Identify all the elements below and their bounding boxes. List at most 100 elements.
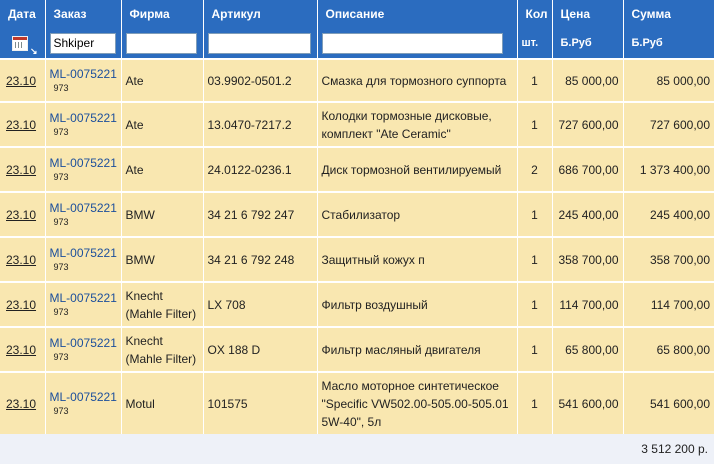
row-order-cell: ML-0075221 973 — [45, 371, 122, 434]
row-order-sub: 973 — [53, 127, 69, 137]
sum-unit-label: Б.Руб — [623, 28, 714, 59]
description-filter-input[interactable] — [321, 32, 503, 54]
row-description: Защитный кожух п — [317, 236, 518, 282]
row-firm: Knecht (Mahle Filter) — [121, 326, 204, 372]
row-firm: Motul — [121, 371, 204, 434]
row-article: LX 708 — [203, 281, 318, 327]
row-description: Смазка для тормозного суппорта — [317, 58, 518, 102]
row-article: 34 21 6 792 247 — [203, 191, 318, 237]
col-header-qty[interactable]: Кол — [517, 0, 553, 28]
col-header-description[interactable]: Описание — [317, 0, 518, 28]
total-row: 3 512 200 р. — [0, 434, 714, 464]
order-filter-cell — [45, 28, 122, 59]
row-sum: 85 000,00 — [623, 58, 714, 102]
row-firm: BMW — [121, 236, 204, 282]
row-order-cell: ML-0075221 973 — [45, 101, 122, 147]
row-order-cell: ML-0075221 973 — [45, 146, 122, 192]
row-qty: 1 — [517, 281, 553, 327]
row-price: 686 700,00 — [552, 146, 624, 192]
row-order-sub: 973 — [53, 172, 69, 182]
row-order-sub: 973 — [53, 406, 69, 416]
resize-corner-icon: ↘ — [30, 45, 38, 56]
row-date-link[interactable]: 23.10 — [0, 371, 46, 434]
col-header-sum[interactable]: Сумма — [623, 0, 714, 28]
row-order-sub: 973 — [53, 83, 69, 93]
row-firm: Ate — [121, 58, 204, 102]
row-qty: 1 — [517, 58, 553, 102]
table-row[interactable]: 23.10 ML-0075221 973 Ate 13.0470-7217.2 Колод… — [0, 101, 714, 147]
row-qty: 1 — [517, 326, 553, 372]
row-order-link[interactable]: ML-0075221 — [50, 156, 121, 171]
row-article: 13.0470-7217.2 — [203, 101, 318, 147]
col-header-order[interactable]: Заказ — [45, 0, 122, 28]
row-order-cell: ML-0075221 973 — [45, 191, 122, 237]
row-description: Фильтр масляный двигателя — [317, 326, 518, 372]
order-filter-input[interactable] — [49, 32, 116, 54]
row-sum: 541 600,00 — [623, 371, 714, 434]
row-order-cell: ML-0075221 973 — [45, 281, 122, 327]
row-description: Фильтр воздушный — [317, 281, 518, 327]
row-date-link[interactable]: 23.10 — [0, 326, 46, 372]
row-date-link[interactable]: 23.10 — [0, 58, 46, 102]
article-filter-cell — [203, 28, 318, 59]
table-row[interactable]: 23.10 ML-0075221 973 Motul 101575 Масло мотор… — [0, 371, 714, 434]
row-order-link[interactable]: ML-0075221 — [50, 291, 121, 306]
row-article: OX 188 D — [203, 326, 318, 372]
row-order-sub: 973 — [53, 352, 69, 362]
row-firm: Ate — [121, 146, 204, 192]
table-row[interactable]: 23.10 ML-0075221 973 Knecht (Mahle Filter) L… — [0, 281, 714, 327]
col-header-price[interactable]: Цена — [552, 0, 624, 28]
table-row[interactable]: 23.10 ML-0075221 973 Ate 03.9902-0501.2 Смазк… — [0, 58, 714, 102]
row-description: Масло моторное синтетическое "Specific V… — [317, 371, 518, 434]
row-qty: 1 — [517, 236, 553, 282]
table-row[interactable]: 23.10 ML-0075221 973 Knecht (Mahle Filter) O… — [0, 326, 714, 372]
row-order-link[interactable]: ML-0075221 — [50, 201, 121, 216]
row-sum: 358 700,00 — [623, 236, 714, 282]
row-date-link[interactable]: 23.10 — [0, 281, 46, 327]
header-row: Дата Заказ Фирма Артикул Описание Кол Це… — [0, 0, 714, 28]
row-price: 65 800,00 — [552, 326, 624, 372]
row-price: 358 700,00 — [552, 236, 624, 282]
row-price: 541 600,00 — [552, 371, 624, 434]
row-order-link[interactable]: ML-0075221 — [50, 336, 121, 351]
row-date-link[interactable]: 23.10 — [0, 146, 46, 192]
row-description: Стабилизатор — [317, 191, 518, 237]
orders-table: Дата Заказ Фирма Артикул Описание Кол Це… — [0, 0, 714, 464]
row-firm: Knecht (Mahle Filter) — [121, 281, 204, 327]
row-qty: 2 — [517, 146, 553, 192]
row-date-link[interactable]: 23.10 — [0, 236, 46, 282]
table-row[interactable]: 23.10 ML-0075221 973 BMW 34 21 6 792 247 Стаб… — [0, 191, 714, 237]
row-firm: BMW — [121, 191, 204, 237]
row-sum: 1 373 400,00 — [623, 146, 714, 192]
row-order-link[interactable]: ML-0075221 — [50, 390, 121, 405]
date-filter-cell: ↘ — [0, 28, 46, 59]
row-price: 114 700,00 — [552, 281, 624, 327]
row-order-link[interactable]: ML-0075221 — [50, 67, 121, 82]
row-order-sub: 973 — [53, 217, 69, 227]
row-article: 03.9902-0501.2 — [203, 58, 318, 102]
article-filter-input[interactable] — [207, 32, 311, 54]
table-row[interactable]: 23.10 ML-0075221 973 Ate 24.0122-0236.1 Диск … — [0, 146, 714, 192]
row-description: Колодки тормозные дисковые, комплект "At… — [317, 101, 518, 147]
total-value: 3 512 200 р. — [0, 434, 714, 464]
firm-filter-input[interactable] — [125, 32, 197, 54]
row-order-sub: 973 — [53, 307, 69, 317]
col-header-article[interactable]: Артикул — [203, 0, 318, 28]
row-date-link[interactable]: 23.10 — [0, 101, 46, 147]
filter-row: ↘ шт. Б.Руб Б.Руб — [0, 28, 714, 59]
col-header-firm[interactable]: Фирма — [121, 0, 204, 28]
row-order-link[interactable]: ML-0075221 — [50, 246, 121, 261]
row-order-cell: ML-0075221 973 — [45, 58, 122, 102]
row-order-link[interactable]: ML-0075221 — [50, 111, 121, 126]
price-unit-label: Б.Руб — [552, 28, 624, 59]
row-date-link[interactable]: 23.10 — [0, 191, 46, 237]
calendar-icon[interactable] — [12, 35, 28, 51]
col-header-date[interactable]: Дата — [0, 0, 46, 28]
row-qty: 1 — [517, 371, 553, 434]
row-sum: 245 400,00 — [623, 191, 714, 237]
row-price: 245 400,00 — [552, 191, 624, 237]
row-qty: 1 — [517, 191, 553, 237]
row-article: 24.0122-0236.1 — [203, 146, 318, 192]
row-qty: 1 — [517, 101, 553, 147]
table-row[interactable]: 23.10 ML-0075221 973 BMW 34 21 6 792 248 Защи… — [0, 236, 714, 282]
